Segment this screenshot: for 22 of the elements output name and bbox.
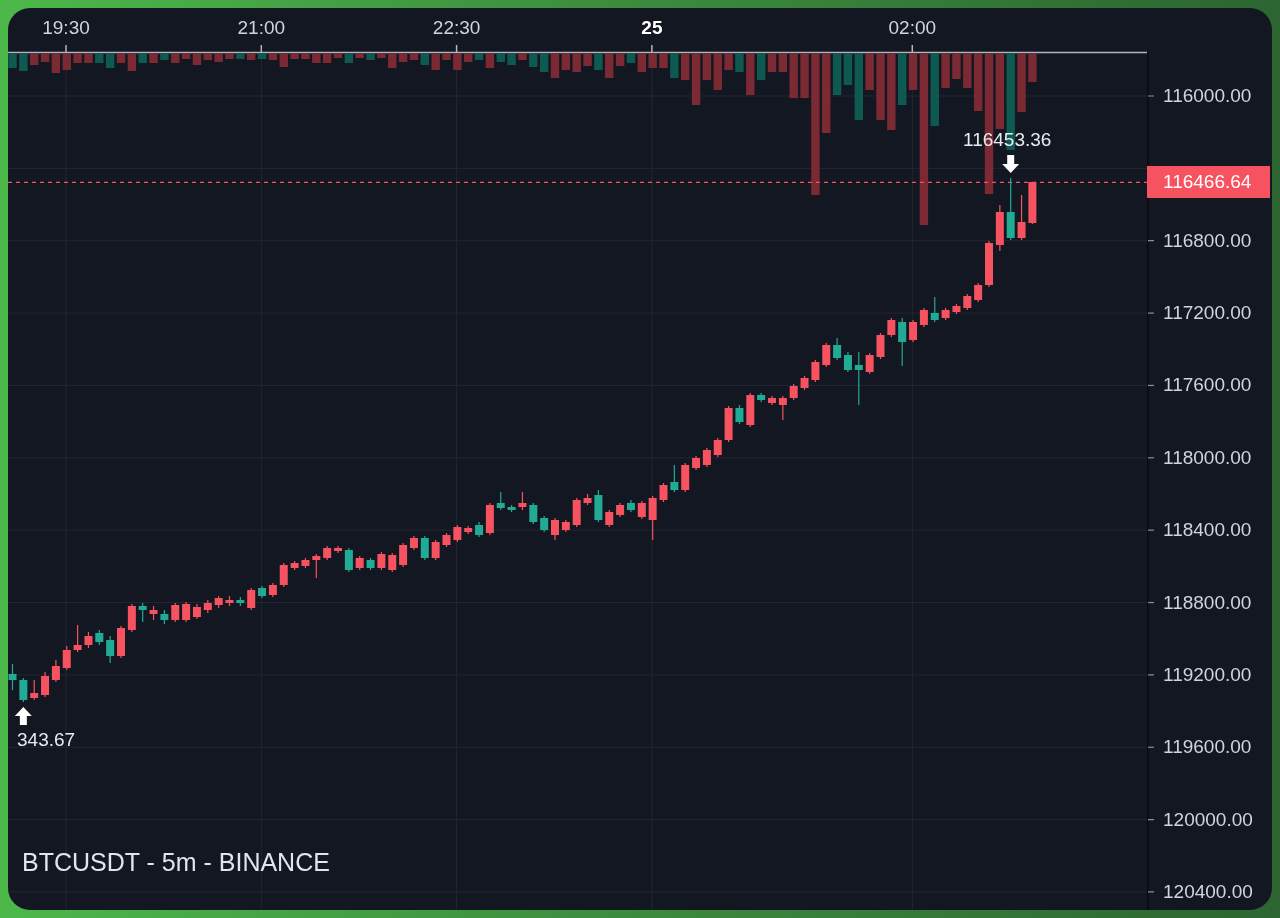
price-label: 120000.00 — [1163, 808, 1253, 831]
day-label: 25 — [641, 17, 663, 39]
time-label: 21:00 — [237, 17, 286, 39]
time-label: 02:00 — [888, 17, 937, 39]
price-label: 116800.00 — [1163, 229, 1252, 252]
price-label: 117600.00 — [1163, 374, 1252, 397]
arrow-up-icon — [14, 707, 32, 725]
time-label: 19:30 — [42, 17, 90, 39]
last-price-label: 116466.64 — [1147, 166, 1270, 199]
time-label: 22:30 — [432, 17, 481, 39]
price-label: 119200.00 — [1163, 663, 1252, 686]
arrow-down-icon — [1002, 155, 1020, 173]
price-label: 119600.00 — [1163, 736, 1252, 759]
price-label: 118800.00 — [1163, 591, 1252, 614]
price-label: 118400.00 — [1163, 519, 1252, 542]
price-label: 117200.00 — [1163, 302, 1252, 325]
price-marker-label: 116453.36 — [963, 129, 1052, 151]
chart-title: BTCUSDT - 5m - BINANCE — [22, 848, 330, 877]
price-label: 116000.00 — [1163, 85, 1252, 107]
price-label: 118000.00 — [1163, 446, 1252, 469]
price-marker-label: 343.67 — [17, 729, 76, 751]
price-label: 120400.00 — [1163, 880, 1253, 903]
